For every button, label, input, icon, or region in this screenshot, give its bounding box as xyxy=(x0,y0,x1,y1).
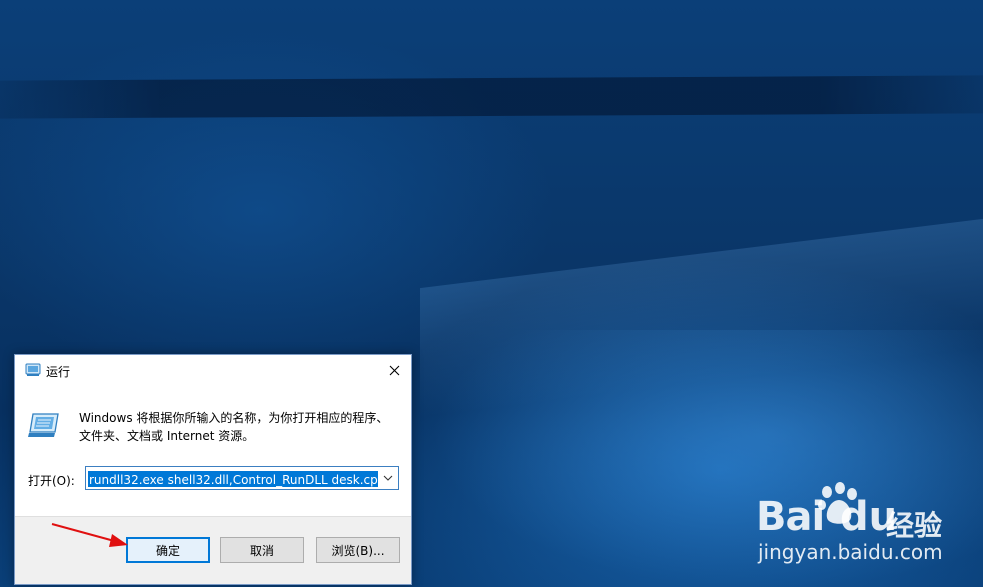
dialog-titlebar[interactable]: 运行 xyxy=(15,355,411,385)
dialog-title: 运行 xyxy=(46,365,71,379)
open-combobox[interactable]: rundll32.exe shell32.dll,Control_RunDLL … xyxy=(85,466,399,490)
description-line-2: 文件夹、文档或 Internet 资源。 xyxy=(79,429,255,443)
description-line-1: Windows 将根据你所输入的名称，为你打开相应的程序、 xyxy=(79,411,389,425)
browse-button[interactable]: 浏览(B)... xyxy=(316,537,400,563)
watermark-url: jingyan.baidu.com xyxy=(758,540,943,564)
open-input[interactable]: rundll32.exe shell32.dll,Control_RunDLL … xyxy=(88,469,378,487)
run-icon xyxy=(25,363,41,376)
wallpaper-light-band xyxy=(0,75,983,119)
dialog-description: Windows 将根据你所输入的名称，为你打开相应的程序、 文件夹、文档或 In… xyxy=(79,409,399,445)
watermark-brand-suffix: 经验 xyxy=(886,509,943,542)
baidu-jingyan-watermark: Bai du 经验 jingyan.baidu.com xyxy=(756,480,956,570)
combo-dropdown-button[interactable] xyxy=(378,467,398,489)
chevron-down-icon xyxy=(383,475,393,481)
dialog-content: Windows 将根据你所输入的名称，为你打开相应的程序、 文件夹、文档或 In… xyxy=(15,385,411,516)
ok-button[interactable]: 确定 xyxy=(126,537,210,563)
open-input-selected-text: rundll32.exe shell32.dll,Control_RunDLL … xyxy=(88,471,378,487)
run-dialog: 运行 Windows 将根据你所输入的名称，为你打开相应的程序、 文件夹、文档或… xyxy=(14,354,412,585)
cancel-button[interactable]: 取消 xyxy=(220,537,304,563)
run-program-icon xyxy=(28,413,59,437)
dialog-footer: 确定 取消 浏览(B)... xyxy=(15,516,411,584)
close-button[interactable] xyxy=(377,355,411,385)
open-label: 打开(O): xyxy=(28,474,75,488)
close-icon xyxy=(389,365,399,375)
